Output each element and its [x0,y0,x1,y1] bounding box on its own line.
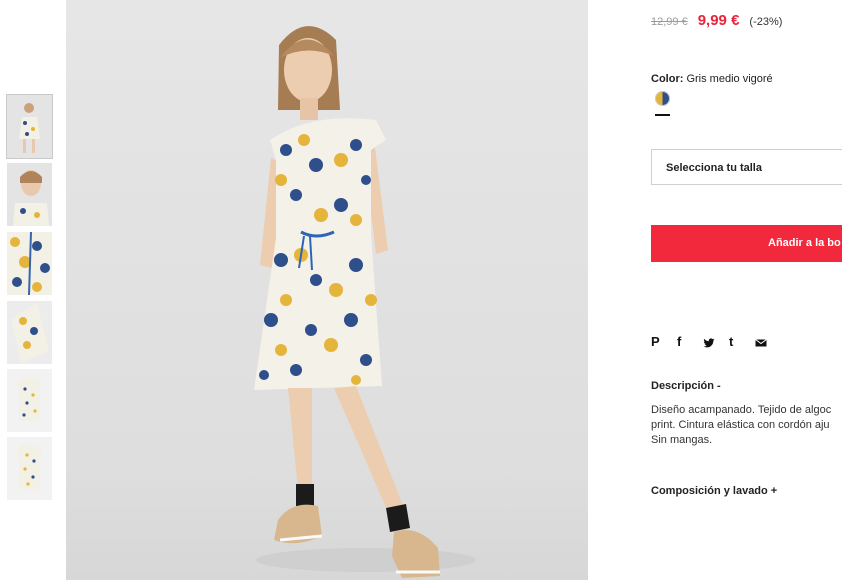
description-line: Sin mangas. [651,434,713,446]
add-to-bag-button[interactable]: Añadir a la bo [651,225,842,262]
color-label-row: Color: Gris medio vigoré [651,73,773,85]
original-price: 12,99 € [651,16,688,28]
product-main-image[interactable] [66,0,588,580]
size-select[interactable]: Selecciona tu talla [651,149,842,185]
facebook-icon[interactable]: f [677,333,703,351]
thumbnail-6[interactable] [7,437,52,500]
thumbnail-5[interactable] [7,369,52,432]
description-toggle[interactable]: Descripción - [651,380,721,392]
description-text: Diseño acampanado. Tejido de algoc print… [651,403,842,448]
color-label: Color: [651,73,684,85]
sale-price: 9,99 € [697,12,740,29]
thumbnail-2[interactable] [7,163,52,226]
description-line: print. Cintura elástica con cordón aju [651,419,830,431]
product-info-panel: 12,99 € 9,99 € (-23%) Color: Gris medio … [651,0,842,580]
tumblr-icon[interactable]: t [729,333,755,351]
share-bar: P f t [651,333,781,351]
model-illustration [254,26,476,578]
description-line: Diseño acampanado. Tejido de algoc [651,404,832,416]
thumbnail-3[interactable] [7,232,52,295]
composition-toggle[interactable]: Composición y lavado + [651,485,777,497]
color-value: Gris medio vigoré [686,73,773,85]
discount-badge: (-23%) [749,16,783,28]
twitter-icon[interactable] [703,333,729,351]
thumbnail-4[interactable] [7,301,52,364]
email-icon[interactable] [755,333,781,351]
pinterest-icon[interactable]: P [651,333,677,351]
price-row: 12,99 € 9,99 € (-23%) [651,12,782,29]
selected-swatch-indicator [655,114,670,116]
thumbnail-1[interactable] [6,94,53,159]
color-swatch[interactable] [655,91,670,106]
